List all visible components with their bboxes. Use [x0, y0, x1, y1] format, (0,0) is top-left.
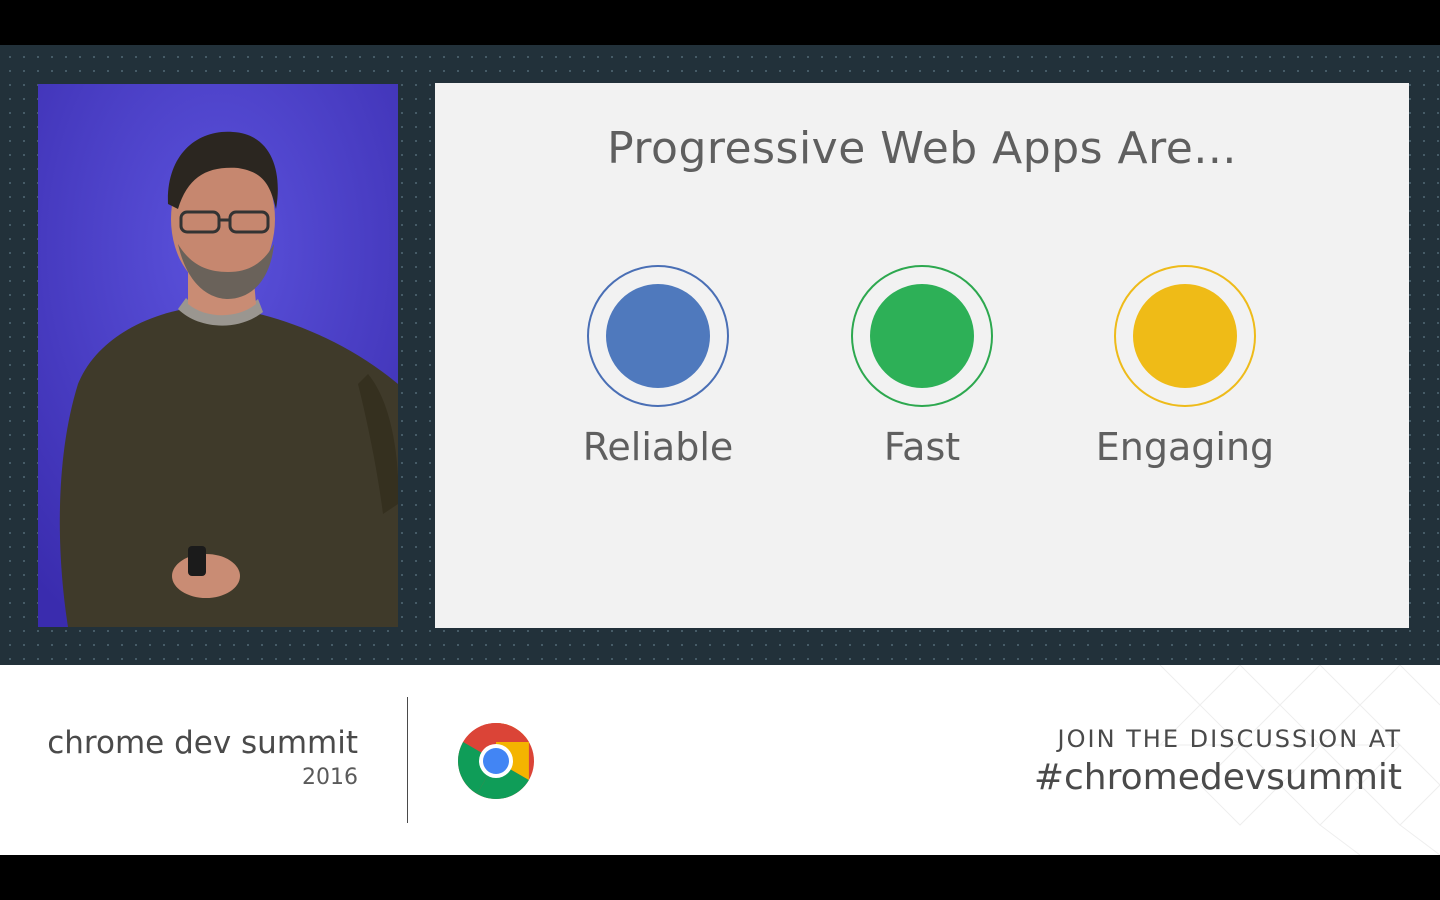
pillar-engaging: Engaging: [1055, 265, 1315, 469]
pillar-label-fast: Fast: [883, 425, 961, 469]
pillar-fast: Fast: [792, 265, 1052, 469]
stage-background: Progressive Web Apps Are... Reliable Fas…: [0, 45, 1440, 665]
fast-circle-icon: [851, 265, 993, 407]
chrome-logo-icon: [458, 723, 534, 799]
speaker-video: [38, 84, 398, 627]
reliable-circle-icon: [587, 265, 729, 407]
video-frame: Progressive Web Apps Are... Reliable Fas…: [0, 0, 1440, 900]
summit-banner: chrome dev summit 2016 JOIN THE DISCUSSI…: [0, 665, 1440, 855]
reliable-dot: [606, 284, 710, 388]
presentation-slide: Progressive Web Apps Are... Reliable Fas…: [435, 83, 1409, 628]
engaging-circle-icon: [1114, 265, 1256, 407]
banner-divider: [407, 697, 408, 823]
pillar-reliable: Reliable: [528, 265, 788, 469]
pillar-label-engaging: Engaging: [1095, 425, 1275, 469]
pillar-label-reliable: Reliable: [582, 425, 734, 469]
event-hashtag: #chromedevsummit: [1033, 757, 1402, 798]
speaker-figure: [38, 84, 398, 627]
brand-year: 2016: [302, 765, 358, 790]
fast-dot: [870, 284, 974, 388]
discussion-callout: JOIN THE DISCUSSION AT: [1057, 725, 1402, 753]
brand-name: chrome dev summit: [47, 725, 358, 761]
engaging-dot: [1133, 284, 1237, 388]
slide-title: Progressive Web Apps Are...: [607, 123, 1237, 174]
